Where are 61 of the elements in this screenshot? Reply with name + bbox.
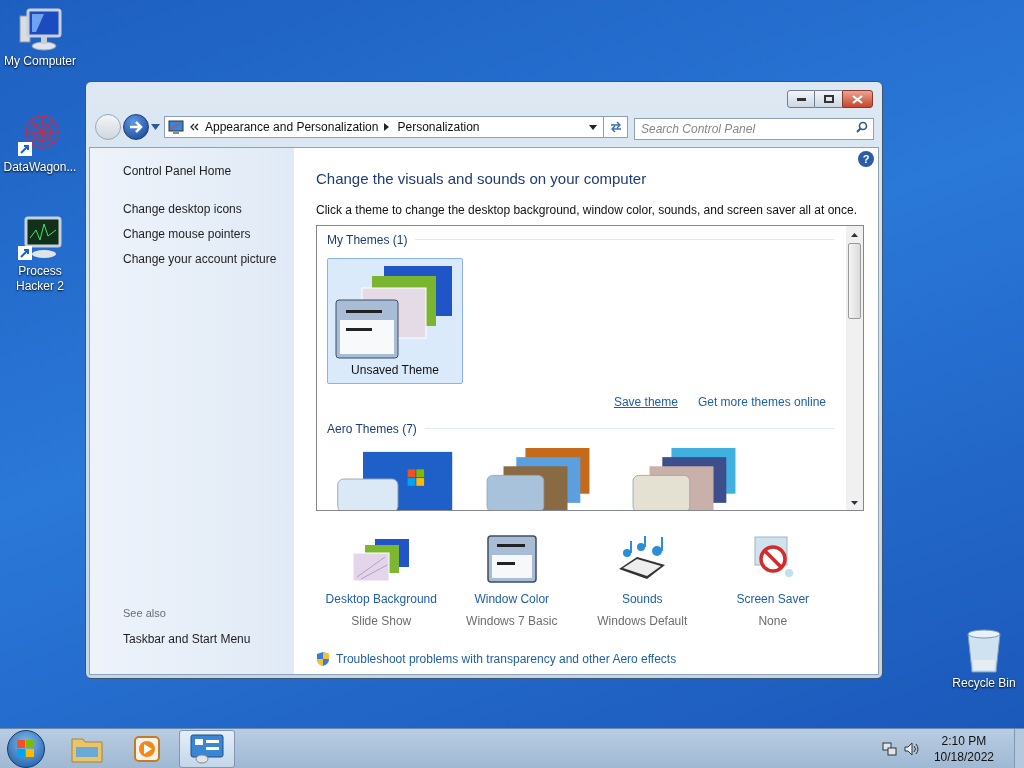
- dropdown-caret-icon[interactable]: [589, 124, 597, 130]
- desktop-icon-label[interactable]: DataWagon...: [2, 160, 78, 175]
- window-color-icon: [486, 534, 537, 583]
- theme-tile[interactable]: Unsaved Theme: [327, 257, 463, 384]
- setting-link[interactable]: Desktop Background: [325, 589, 437, 608]
- maximize-button[interactable]: [815, 90, 842, 108]
- desktop-icon-label[interactable]: My Computer: [2, 54, 78, 69]
- trash-bin-icon: [965, 628, 1003, 674]
- group-heading: Aero Themes (7): [327, 420, 417, 438]
- pictures-stack-icon: [351, 536, 412, 583]
- clock[interactable]: 2:10 PM 10/18/2022: [933, 732, 994, 765]
- sidebar-link[interactable]: Change your account picture: [123, 250, 294, 268]
- theme-link[interactable]: Get more themes online: [697, 392, 826, 411]
- setting-link[interactable]: Screen Saver: [736, 589, 810, 608]
- theme-link[interactable]: Save theme: [613, 392, 678, 411]
- breadcrumb-item[interactable]: Appearance and Personalization: [205, 118, 379, 136]
- scroll-up-icon: [851, 232, 858, 237]
- minimize-button[interactable]: [787, 90, 815, 108]
- scroll-thumb[interactable]: [848, 242, 861, 319]
- setting-value: Windows 7 Basic: [466, 612, 558, 630]
- sidebar-link[interactable]: Control Panel Home: [123, 162, 294, 180]
- address-bar[interactable]: Appearance and Personalization Personalization: [164, 116, 628, 138]
- search-icon: [856, 121, 868, 133]
- double-chevron-icon: [190, 123, 199, 131]
- setting-value: None: [758, 612, 788, 630]
- forward-button[interactable]: [123, 114, 149, 140]
- arrow-right-icon: [129, 121, 143, 133]
- see-also-heading: See also: [123, 605, 167, 621]
- shield-icon: [316, 650, 330, 667]
- setting-link[interactable]: Sounds: [621, 589, 663, 608]
- monitor-shortcut-icon: [16, 216, 64, 262]
- close-icon: [852, 94, 863, 104]
- setting-link[interactable]: Window Color: [474, 589, 550, 608]
- help-button[interactable]: ?: [858, 151, 874, 167]
- windows-logo-icon: [17, 739, 35, 758]
- sidebar-link[interactable]: Change desktop icons: [123, 200, 294, 218]
- setting-value: Slide Show: [351, 612, 412, 630]
- scrollbar[interactable]: [846, 225, 863, 510]
- breadcrumb-item[interactable]: Personalization: [397, 118, 480, 136]
- breadcrumb-arrow-icon[interactable]: [384, 123, 390, 131]
- troubleshoot-link[interactable]: Troubleshoot problems with transparency and other Aero effects: [336, 649, 677, 668]
- taskbar-app-button[interactable]: [179, 729, 235, 768]
- speaker-icon[interactable]: [903, 740, 920, 757]
- setting-value: Windows Default: [597, 612, 688, 630]
- control-panel-icon: [190, 733, 224, 764]
- control-panel-icon: [168, 119, 184, 135]
- group-heading: My Themes (1): [327, 231, 408, 249]
- refresh-arrows-icon: [608, 121, 623, 133]
- page-title: Change the visuals and sounds on your computer: [316, 169, 648, 189]
- start-button[interactable]: [7, 729, 45, 768]
- search-field[interactable]: Search Control Panel: [634, 118, 874, 140]
- sidebar-link[interactable]: Taskbar and Start Menu: [123, 630, 294, 648]
- scroll-down-icon: [851, 500, 858, 505]
- close-button[interactable]: [842, 90, 873, 108]
- desktop-icon-label[interactable]: Recycle Bin: [946, 676, 1022, 691]
- computer-icon: [16, 8, 64, 52]
- network-icon[interactable]: [881, 740, 898, 757]
- media-player-icon: [133, 734, 161, 763]
- sidebar-link[interactable]: Change mouse pointers: [123, 225, 294, 243]
- page-description: Click a theme to change the desktop background, window color, sounds, and screen saver all at once.: [316, 201, 858, 219]
- desktop-icon-label[interactable]: Process Hacker 2: [2, 264, 78, 294]
